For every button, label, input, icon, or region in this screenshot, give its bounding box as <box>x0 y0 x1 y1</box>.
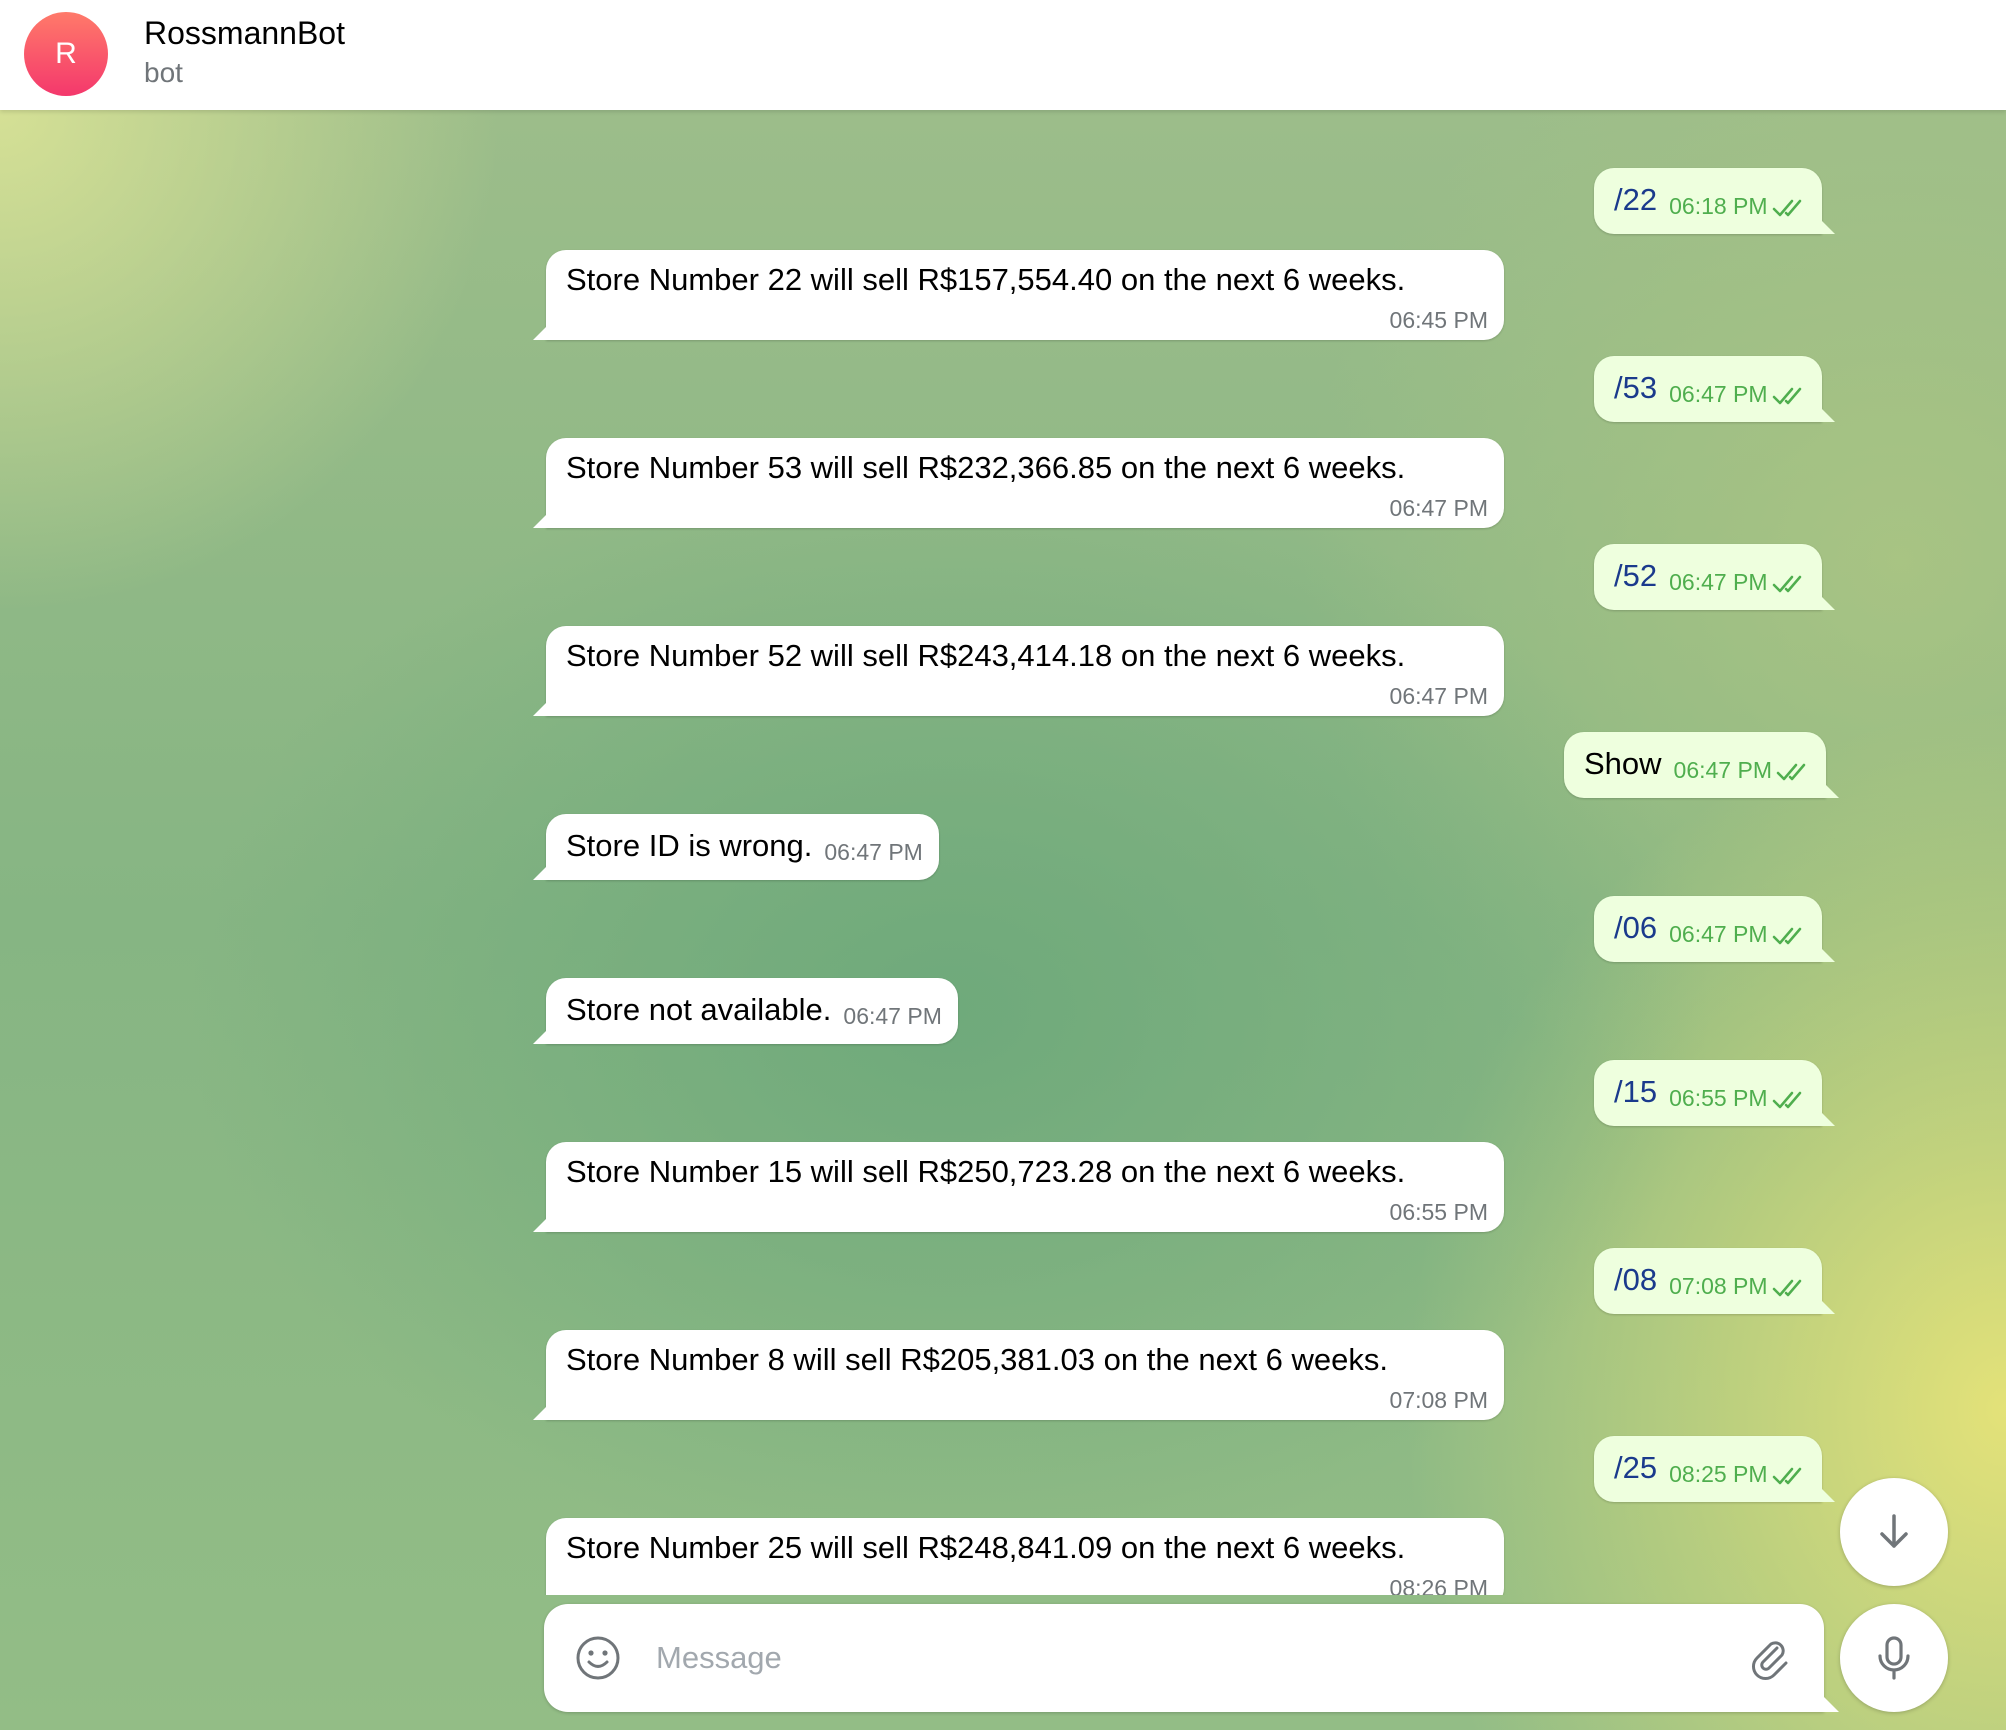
incoming-message[interactable]: Store Number 52 will sell R$243,414.18 o… <box>533 626 1504 716</box>
double-check-icon <box>1772 1279 1801 1297</box>
message-time: 07:08 PM <box>1389 1387 1488 1413</box>
command-link[interactable]: /08 <box>1614 1262 1657 1297</box>
message-text: Store Number 53 will sell R$232,366.85 o… <box>566 450 1406 485</box>
outgoing-message[interactable]: /53 06:47 PM <box>1594 356 1835 422</box>
chat-header[interactable]: R RossmannBot bot <box>0 0 2006 110</box>
incoming-message[interactable]: Store Number 53 will sell R$232,366.85 o… <box>533 438 1504 528</box>
message-time: 08:26 PM <box>1389 1575 1488 1595</box>
incoming-message[interactable]: Store not available. 06:47 PM <box>533 978 958 1044</box>
outgoing-message[interactable]: Show 06:47 PM <box>1564 732 1839 798</box>
outgoing-message[interactable]: /15 06:55 PM <box>1594 1060 1835 1126</box>
message-time: 06:47 PM <box>1669 921 1805 948</box>
message-text: Store not available. <box>566 992 832 1027</box>
arrow-down-icon <box>1880 1514 1908 1548</box>
message-time: 06:55 PM <box>1389 1199 1488 1225</box>
outgoing-message[interactable]: /52 06:47 PM <box>1594 544 1835 610</box>
message-time: 06:47 PM <box>1389 495 1488 521</box>
message-text: Store Number 22 will sell R$157,554.40 o… <box>566 262 1406 297</box>
message-time: 07:08 PM <box>1669 1273 1805 1300</box>
message-time: 08:25 PM <box>1669 1461 1805 1488</box>
message-time: 06:47 PM <box>843 1003 942 1029</box>
incoming-message[interactable]: Store Number 8 will sell R$205,381.03 on… <box>533 1330 1504 1420</box>
message-list[interactable]: /22 06:18 PM Store Number 22 will sell R$… <box>0 110 2006 1595</box>
incoming-message[interactable]: Store ID is wrong. 06:47 PM <box>533 814 939 880</box>
microphone-icon <box>1878 1636 1910 1680</box>
chat-status: bot <box>144 57 183 88</box>
incoming-message[interactable]: Store Number 25 will sell R$248,841.09 o… <box>533 1518 1504 1595</box>
message-input[interactable] <box>654 1632 1658 1684</box>
voice-record-button[interactable] <box>1840 1604 1948 1712</box>
paperclip-icon <box>1752 1641 1788 1680</box>
avatar[interactable]: R <box>24 12 108 96</box>
message-time: 06:47 PM <box>1669 569 1805 596</box>
message-time: 06:47 PM <box>1674 757 1810 784</box>
incoming-message[interactable]: Store Number 15 will sell R$250,723.28 o… <box>533 1142 1504 1232</box>
outgoing-message[interactable]: /22 06:18 PM <box>1594 168 1835 234</box>
command-link[interactable]: /52 <box>1614 558 1657 593</box>
chat-title[interactable]: RossmannBot <box>144 15 345 52</box>
command-link[interactable]: /15 <box>1614 1074 1657 1109</box>
command-link[interactable]: /25 <box>1614 1450 1657 1485</box>
command-link[interactable]: /06 <box>1614 910 1657 945</box>
double-check-icon <box>1772 387 1801 405</box>
smile-icon <box>576 1636 620 1680</box>
message-time: 06:18 PM <box>1669 193 1805 220</box>
telegram-chat-window: R RossmannBot bot /22 06:18 PM Store Numb… <box>0 0 2006 1730</box>
outgoing-message[interactable]: /25 08:25 PM <box>1594 1436 1835 1502</box>
message-text: Store Number 25 will sell R$248,841.09 o… <box>566 1530 1406 1565</box>
outgoing-message[interactable]: /06 06:47 PM <box>1594 896 1835 962</box>
command-link[interactable]: /22 <box>1614 182 1657 217</box>
double-check-icon <box>1772 1467 1801 1485</box>
scroll-to-bottom-button[interactable] <box>1840 1478 1948 1586</box>
double-check-icon <box>1772 1091 1801 1109</box>
double-check-icon <box>1772 575 1801 593</box>
message-time: 06:45 PM <box>1389 307 1488 333</box>
double-check-icon <box>1772 199 1801 217</box>
double-check-icon <box>1776 763 1806 781</box>
outgoing-message[interactable]: /08 07:08 PM <box>1594 1248 1835 1314</box>
message-text: Store Number 8 will sell R$205,381.03 on… <box>566 1342 1388 1377</box>
message-text: Store ID is wrong. <box>566 828 813 863</box>
avatar-letter: R <box>55 37 77 70</box>
message-composer <box>544 1604 1839 1712</box>
message-time: 06:47 PM <box>1389 683 1488 709</box>
message-time: 06:47 PM <box>1669 381 1805 408</box>
message-text: Store Number 15 will sell R$250,723.28 o… <box>566 1154 1406 1189</box>
message-text: Show <box>1584 746 1662 781</box>
command-link[interactable]: /53 <box>1614 370 1657 405</box>
incoming-message[interactable]: Store Number 22 will sell R$157,554.40 o… <box>533 250 1504 340</box>
emoji-button[interactable] <box>574 1634 622 1682</box>
message-time: 06:47 PM <box>824 839 923 865</box>
message-time: 06:55 PM <box>1669 1085 1805 1112</box>
attach-button[interactable] <box>1746 1634 1794 1682</box>
double-check-icon <box>1772 927 1801 945</box>
message-text: Store Number 52 will sell R$243,414.18 o… <box>566 638 1406 673</box>
